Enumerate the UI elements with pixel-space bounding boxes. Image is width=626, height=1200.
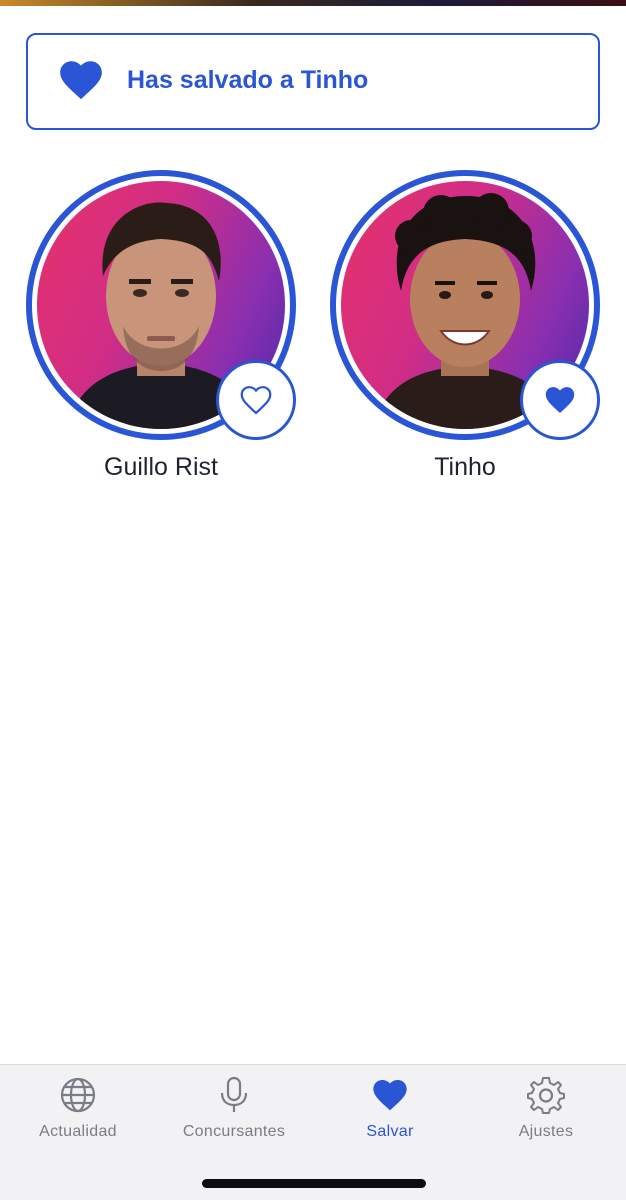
gear-icon xyxy=(527,1077,565,1114)
heart-outline-icon xyxy=(240,386,272,415)
save-toggle-button[interactable] xyxy=(216,360,296,440)
heart-filled-icon xyxy=(545,387,575,413)
microphone-icon xyxy=(220,1076,248,1112)
tab-salvar[interactable]: Salvar xyxy=(312,1075,468,1145)
contestant-name: Guillo Rist xyxy=(104,453,218,481)
save-toggle-button[interactable] xyxy=(520,360,600,440)
globe-icon xyxy=(60,1077,96,1113)
tab-concursantes[interactable]: Concursantes xyxy=(156,1075,312,1145)
contestant-card[interactable]: Guillo Rist xyxy=(26,170,296,490)
contestant-name: Tinho xyxy=(434,453,496,481)
tab-ajustes[interactable]: Ajustes xyxy=(468,1075,624,1145)
banner-message: Has salvado a Tinho xyxy=(127,66,369,94)
save-confirmation-banner: Has salvado a Tinho xyxy=(26,33,600,130)
contestant-card[interactable]: Tinho xyxy=(330,170,600,490)
tab-label: Salvar xyxy=(366,1123,414,1140)
tab-label: Actualidad xyxy=(39,1123,117,1140)
status-strip xyxy=(0,0,626,6)
heart-filled-icon xyxy=(60,61,102,100)
tab-label: Ajustes xyxy=(518,1123,574,1140)
home-indicator[interactable] xyxy=(202,1179,426,1188)
tab-label: Concursantes xyxy=(182,1123,286,1140)
heart-filled-icon xyxy=(373,1080,407,1111)
tab-actualidad[interactable]: Actualidad xyxy=(0,1075,156,1145)
